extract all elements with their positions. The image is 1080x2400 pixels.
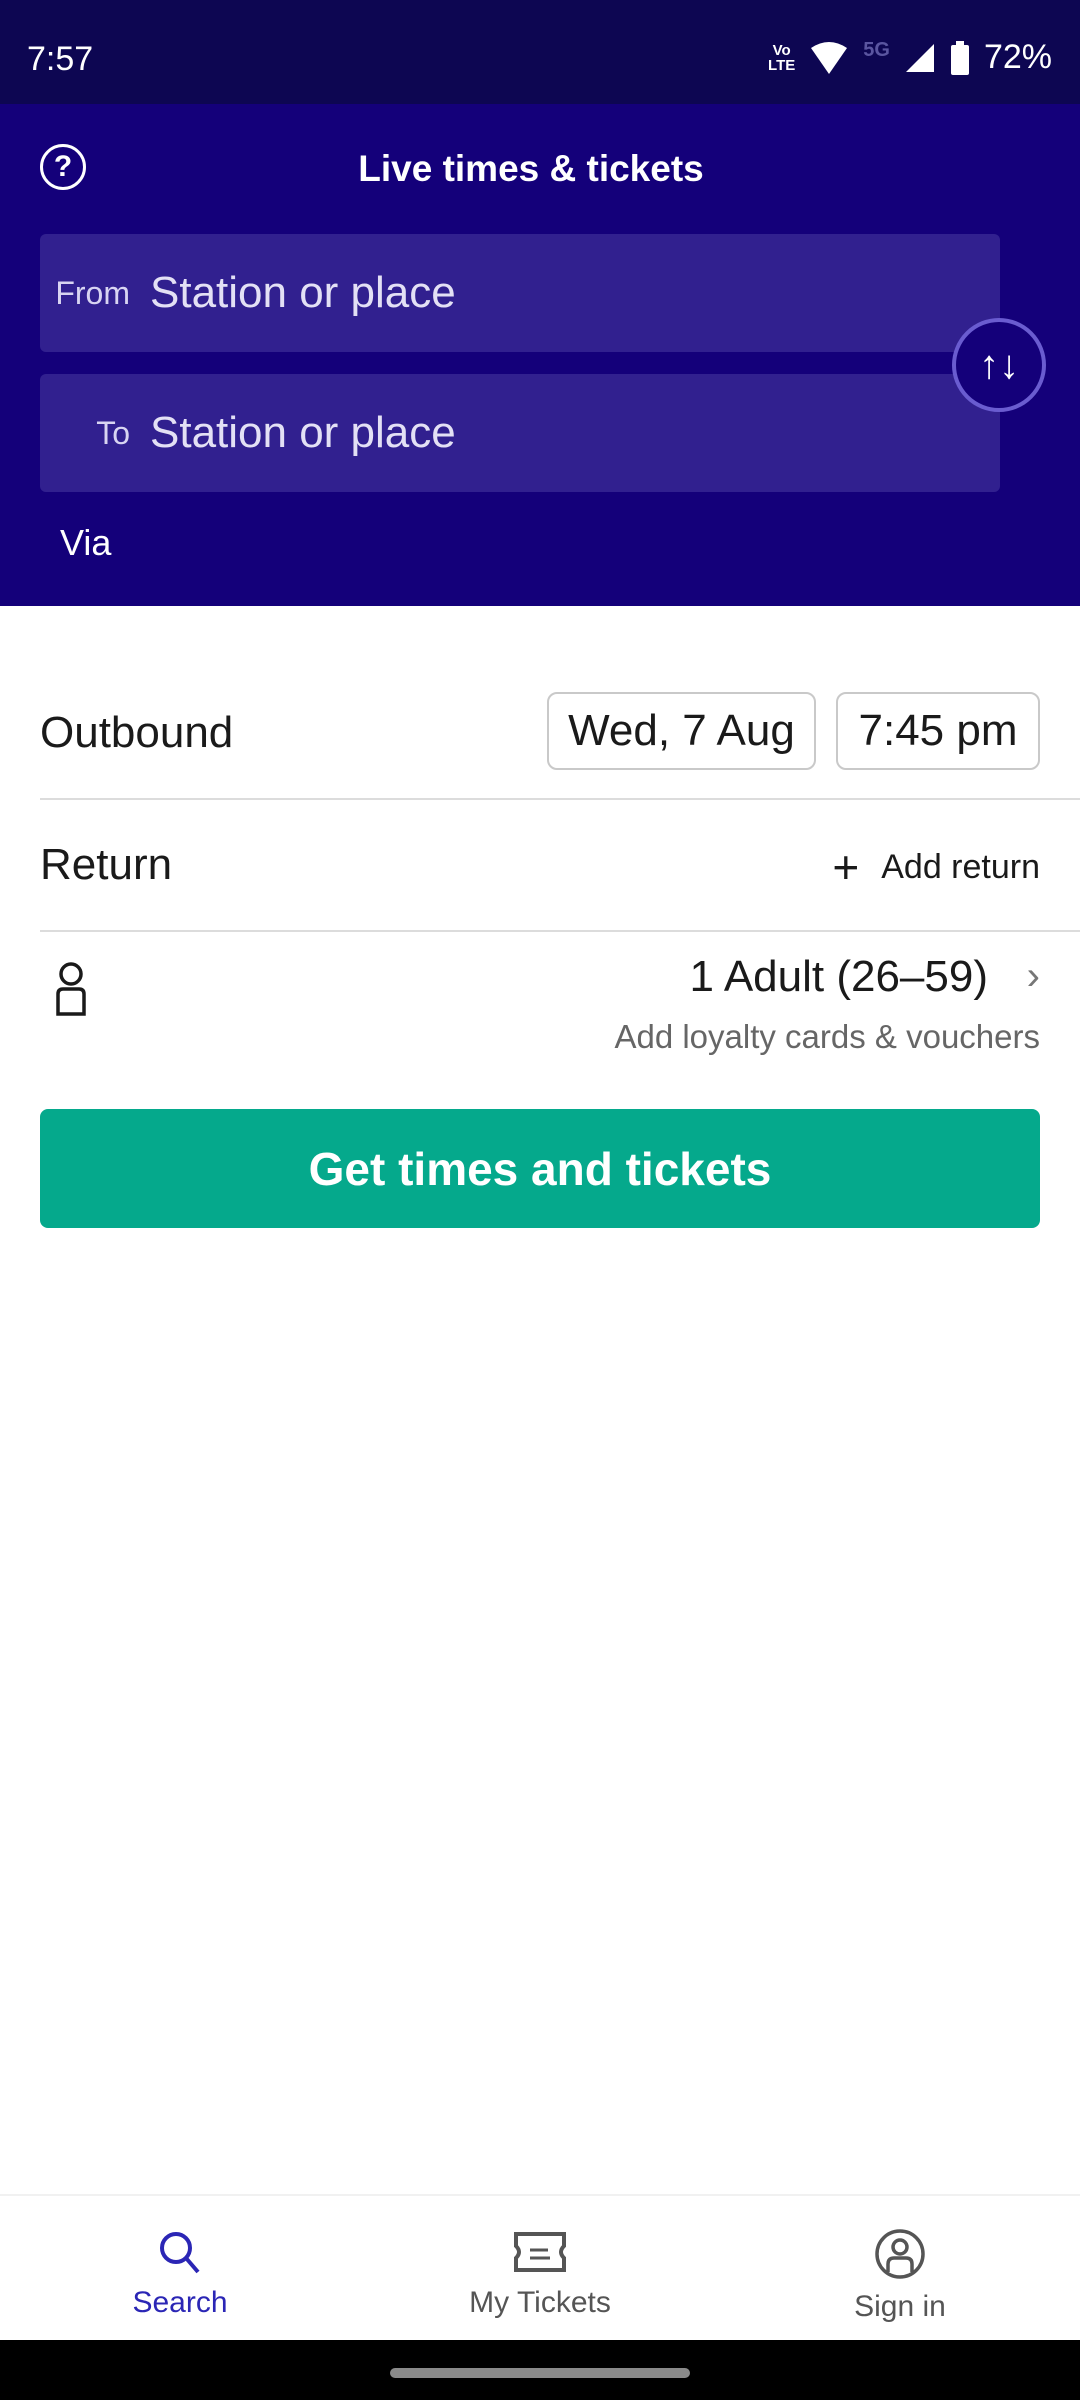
battery-level: 72% — [983, 38, 1052, 76]
from-label: From — [55, 274, 130, 311]
system-gesture-area — [0, 2340, 1080, 2400]
to-label: To — [96, 414, 130, 451]
via-button[interactable]: Via — [60, 522, 111, 564]
from-placeholder: Station or place — [150, 268, 456, 317]
home-gesture-handle[interactable] — [390, 2368, 690, 2378]
get-times-button[interactable]: Get times and tickets — [40, 1109, 1040, 1228]
page-title: Live times & tickets — [358, 148, 704, 189]
outbound-time-button[interactable]: 7:45 pm — [836, 692, 1040, 770]
signal-icon — [905, 43, 934, 72]
swap-stations-button[interactable]: ↑↓ — [952, 318, 1046, 412]
nav-my-tickets[interactable]: My Tickets — [360, 2196, 720, 2342]
nav-search-label: Search — [132, 2286, 228, 2319]
nav-my-tickets-label: My Tickets — [469, 2286, 611, 2319]
plus-icon: + — [832, 841, 860, 893]
network-type: 5G — [863, 39, 890, 61]
battery-icon — [950, 40, 969, 75]
swap-icon: ↑↓ — [979, 342, 1019, 387]
add-return-button[interactable]: + Add return — [832, 840, 1040, 894]
account-icon — [875, 2229, 925, 2279]
status-time: 7:57 — [27, 40, 94, 78]
volte-icon: Vo LTE — [768, 41, 796, 74]
passengers-selector[interactable]: 1 Adult (26–59) › Add loyalty cards & vo… — [40, 940, 1040, 1080]
search-icon — [160, 2232, 200, 2274]
person-icon — [56, 962, 86, 1016]
status-icons: Vo LTE 5G 72% — [768, 38, 1052, 77]
passenger-summary: 1 Adult (26–59) — [689, 952, 988, 1001]
return-label: Return — [40, 840, 173, 889]
outbound-date-button[interactable]: Wed, 7 Aug — [547, 692, 816, 770]
status-bar: 7:57 Vo LTE 5G 72% — [0, 0, 1080, 104]
return-row: Return + Add return — [40, 798, 1080, 932]
add-return-label: Add return — [881, 847, 1040, 886]
outbound-row: Outbound Wed, 7 Aug 7:45 pm — [40, 606, 1080, 800]
chevron-right-icon: › — [1026, 954, 1040, 998]
to-placeholder: Station or place — [150, 408, 456, 457]
nav-search[interactable]: Search — [0, 2196, 360, 2342]
to-station-input[interactable]: To Station or place — [40, 374, 1000, 492]
outbound-label: Outbound — [40, 708, 234, 757]
nav-sign-in-label: Sign in — [854, 2290, 946, 2323]
wifi-icon — [811, 41, 848, 74]
bottom-nav: Search My Tickets Sign in — [0, 2194, 1080, 2342]
search-header: ? Live times & tickets From Station or p… — [0, 104, 1080, 606]
from-station-input[interactable]: From Station or place — [40, 234, 1000, 352]
loyalty-cards-link[interactable]: Add loyalty cards & vouchers — [614, 1018, 1040, 1056]
nav-sign-in[interactable]: Sign in — [720, 2196, 1080, 2342]
ticket-icon — [514, 2232, 566, 2272]
